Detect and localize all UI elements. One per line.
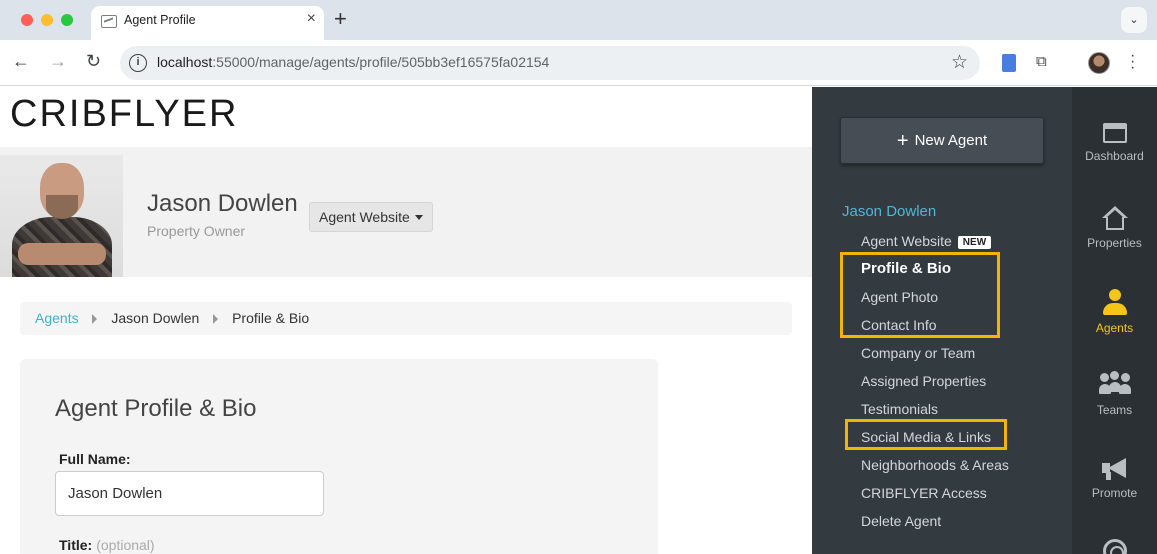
agent-role: Property Owner — [147, 223, 246, 239]
breadcrumb: Agents Jason Dowlen Profile & Bio — [20, 302, 792, 335]
sidebar-item-cribflyer-access[interactable]: CRIBFLYER Access — [861, 485, 987, 501]
nav-properties[interactable]: Properties — [1072, 206, 1157, 250]
favicon-icon — [101, 15, 117, 28]
breadcrumb-current: Profile & Bio — [232, 310, 310, 326]
nav-dashboard[interactable]: Dashboard — [1072, 123, 1157, 163]
breadcrumb-separator-icon — [213, 314, 219, 324]
sidebar-agent-name[interactable]: Jason Dowlen — [842, 203, 936, 220]
browser-tab-bar: Agent Profile × + ⌄ — [0, 0, 1157, 40]
dashboard-icon — [1102, 123, 1127, 143]
sidebar-item-testimonials[interactable]: Testimonials — [861, 401, 938, 417]
cribflyer-logo[interactable]: CRIBFLYER — [10, 93, 238, 136]
card-title: Agent Profile & Bio — [55, 395, 257, 422]
team-icon — [1098, 371, 1131, 397]
extension-doc-icon[interactable] — [1002, 54, 1016, 72]
breadcrumb-separator-icon — [92, 314, 98, 324]
tab-title: Agent Profile — [124, 13, 196, 27]
browser-toolbar: ← → ↻ i localhost:55000/manage/agents/pr… — [0, 40, 1157, 86]
breadcrumb-agent: Jason Dowlen — [111, 310, 200, 326]
sidebar-item-company-team[interactable]: Company or Team — [861, 345, 975, 361]
agent-photo — [0, 155, 123, 277]
new-badge: NEW — [957, 236, 992, 249]
bookmark-star-icon[interactable]: ☆ — [951, 51, 968, 74]
reload-icon[interactable]: ↻ — [86, 51, 101, 71]
url-text[interactable]: localhost:55000/manage/agents/profile/50… — [157, 54, 549, 70]
tab-search-icon[interactable]: ⌄ — [1121, 7, 1147, 33]
title-optional-hint: (optional) — [96, 537, 155, 553]
title-label: Title: (optional) — [59, 537, 155, 553]
page: CRIBFLYER Jason Dowlen Property Owner Ag… — [0, 87, 1157, 554]
back-icon[interactable]: ← — [12, 51, 30, 71]
highlight-box-social-media — [845, 419, 1007, 450]
full-name-label: Full Name: — [59, 451, 131, 467]
agent-header: Jason Dowlen Property Owner Agent Websit… — [0, 147, 812, 277]
forward-icon[interactable]: → — [49, 51, 67, 71]
nav-agents[interactable]: Agents — [1072, 289, 1157, 335]
main-icon-nav: Dashboard Properties Agents Teams Promot… — [1072, 87, 1157, 554]
address-bar[interactable]: i localhost:55000/manage/agents/profile/… — [120, 46, 980, 80]
highlight-box-profile-group — [840, 252, 1000, 338]
sidebar-item-delete-agent[interactable]: Delete Agent — [861, 513, 941, 529]
breadcrumb-agents-link[interactable]: Agents — [35, 302, 79, 335]
sidebar-item-agent-website[interactable]: Agent Website NEW — [861, 233, 992, 249]
nav-promote[interactable]: Promote — [1072, 456, 1157, 500]
profile-avatar[interactable] — [1088, 52, 1110, 74]
megaphone-icon — [1101, 456, 1128, 480]
full-name-input[interactable] — [55, 471, 324, 516]
maximize-window-button[interactable] — [61, 14, 73, 26]
sidebar-item-assigned-properties[interactable]: Assigned Properties — [861, 373, 986, 389]
sidebar-item-neighborhoods[interactable]: Neighborhoods & Areas — [861, 457, 1009, 473]
browser-menu-icon[interactable]: · · · — [1130, 48, 1135, 76]
agent-name: Jason Dowlen — [147, 190, 298, 217]
profile-bio-card: Agent Profile & Bio Full Name: Title:(op… — [20, 359, 658, 554]
close-tab-icon[interactable]: × — [307, 11, 316, 27]
minimize-window-button[interactable] — [41, 14, 53, 26]
nav-teams[interactable]: Teams — [1072, 371, 1157, 417]
caret-down-icon — [415, 215, 423, 220]
new-agent-button[interactable]: + New Agent — [840, 117, 1044, 164]
user-icon — [1102, 289, 1127, 315]
nav-more[interactable] — [1072, 539, 1157, 554]
plus-icon: + — [896, 130, 909, 152]
new-tab-icon[interactable]: + — [334, 8, 347, 30]
close-window-button[interactable] — [21, 14, 33, 26]
target-icon — [1102, 539, 1127, 554]
agent-sidebar: + New Agent Jason Dowlen Agent Website NEW… — [812, 87, 1072, 554]
home-icon — [1101, 206, 1128, 230]
extensions-puzzle-icon[interactable]: ⧉ — [1036, 53, 1047, 70]
site-info-icon[interactable]: i — [129, 54, 147, 72]
browser-tab[interactable]: Agent Profile × — [91, 6, 324, 40]
agent-website-dropdown[interactable]: Agent Website — [309, 202, 433, 232]
